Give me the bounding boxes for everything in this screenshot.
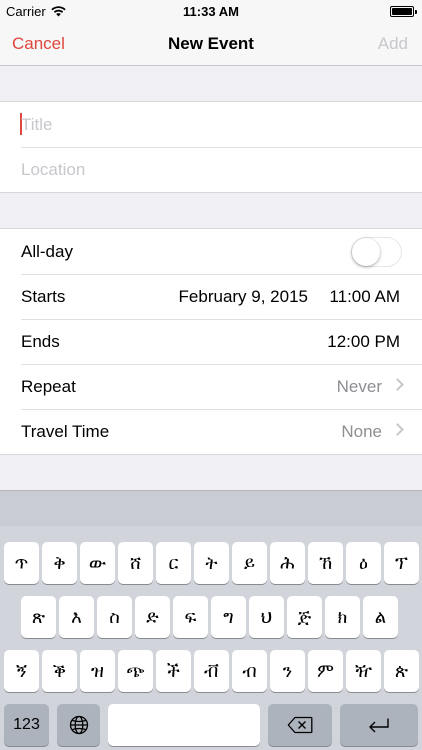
key[interactable]: ጅ [287,596,322,638]
key[interactable]: ሸ [118,542,153,584]
key[interactable]: ኸ [308,542,343,584]
key[interactable]: ሕ [270,542,305,584]
key[interactable]: ት [194,542,229,584]
globe-icon [69,715,88,735]
page-title: New Event [168,34,254,53]
key[interactable]: ስ [97,596,132,638]
title-placeholder: Title [21,115,53,134]
allday-row: All-day [0,229,422,274]
ends-time: 12:00 PM [327,332,400,351]
key[interactable]: እ [59,596,94,638]
key[interactable]: ጥ [4,542,39,584]
repeat-value: Never [336,377,382,396]
keyboard-accessory-bar [0,490,422,526]
key[interactable]: ፕ [384,542,419,584]
key[interactable]: ፍ [173,596,208,638]
globe-key[interactable] [57,704,100,746]
repeat-row[interactable]: Repeat Never [0,364,422,409]
key[interactable]: ቕ [42,650,77,692]
key[interactable]: ግ [211,596,246,638]
allday-label: All-day [21,242,73,261]
battery-icon [390,6,417,17]
key[interactable]: ክ [325,596,360,638]
key[interactable]: ም [308,650,343,692]
key[interactable]: ል [363,596,398,638]
status-bar: Carrier 11:33 AM [0,0,422,22]
key[interactable]: ች [156,650,191,692]
key[interactable]: ቅ [42,542,77,584]
space-key[interactable] [108,704,260,746]
key[interactable]: ዕ [346,542,381,584]
key[interactable]: ብ [232,650,267,692]
event-details-group: All-day Starts February 9, 2015 11:00 AM… [0,228,422,455]
key[interactable]: ዝ [80,650,115,692]
key[interactable]: ዥ [346,650,381,692]
keyboard: ጥ ቅ ው ሸ ር ት ይ ሕ ኸ ዕ ፕ ጽ እ ስ ድ ፍ ግ ህ ጅ ክ … [0,490,422,750]
starts-date: February 9, 2015 [178,287,308,306]
numbers-key[interactable]: 123 [4,704,49,746]
key[interactable]: ን [270,650,305,692]
repeat-label: Repeat [21,377,76,396]
numbers-key-label: 123 [13,716,40,733]
return-key[interactable] [340,704,418,746]
ends-label: Ends [21,332,60,351]
location-field[interactable]: Location [0,147,422,192]
return-icon [369,718,389,733]
backspace-key[interactable] [268,704,332,746]
ends-row[interactable]: Ends 12:00 PM [0,319,422,364]
event-info-group: Title Location [0,101,422,193]
key[interactable]: ህ [249,596,284,638]
chevron-right-icon [391,378,404,391]
key[interactable]: ድ [135,596,170,638]
backspace-icon [287,716,313,734]
add-button[interactable]: Add [378,34,408,54]
key[interactable]: ኝ [4,650,39,692]
starts-label: Starts [21,287,66,306]
starts-time: 11:00 AM [329,287,400,306]
travel-time-label: Travel Time [21,422,110,441]
title-field[interactable]: Title [0,102,422,147]
travel-time-row[interactable]: Travel Time None [0,409,422,454]
nav-bar: Cancel New Event Add [0,22,422,66]
key[interactable]: ው [80,542,115,584]
travel-time-value: None [341,422,382,441]
key[interactable]: ጭ [118,650,153,692]
key[interactable]: ጽ [21,596,56,638]
allday-toggle[interactable] [351,237,402,267]
key[interactable]: ጵ [384,650,419,692]
location-placeholder: Location [21,160,86,179]
key[interactable]: ይ [232,542,267,584]
chevron-right-icon [391,423,404,436]
key[interactable]: ቭ [194,650,229,692]
status-time: 11:33 AM [183,4,239,19]
key[interactable]: ር [156,542,191,584]
starts-row[interactable]: Starts February 9, 2015 11:00 AM [0,274,422,319]
